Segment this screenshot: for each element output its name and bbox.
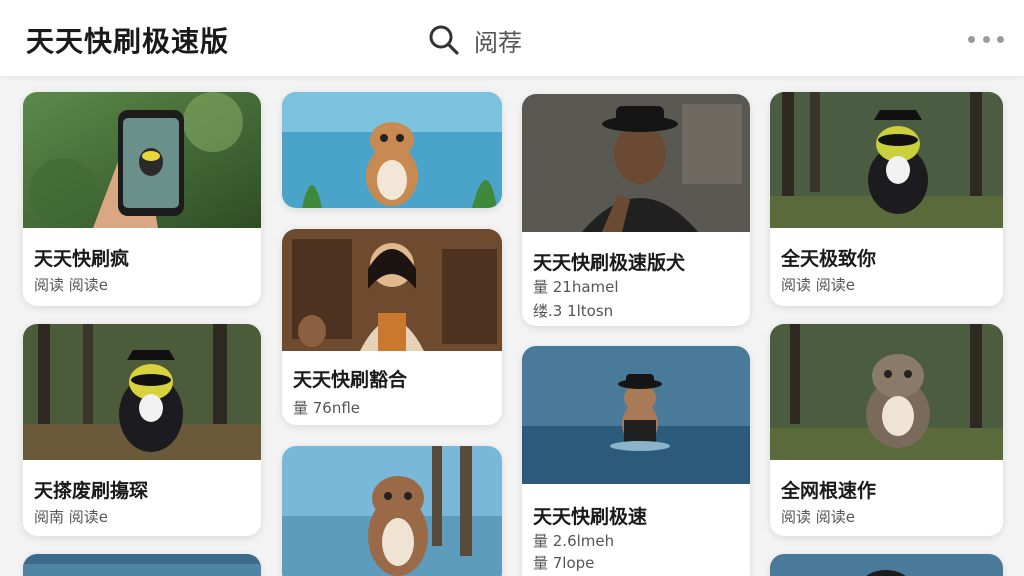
video-card-owl[interactable]: 全网根速作 阅读 阅读e (770, 324, 1003, 536)
card-meta: 阅读 阅读e (34, 276, 108, 294)
video-thumbnail[interactable] (522, 94, 750, 232)
card-meta: 阅南 阅读e (34, 508, 108, 526)
card-meta: 量 2.6lmeh (533, 532, 615, 550)
card-meta: 阅读 阅读e (781, 508, 855, 526)
more-options-button[interactable] (968, 30, 1004, 48)
card-meta: 阅读 阅读e (781, 276, 855, 294)
video-thumbnail[interactable] (282, 92, 502, 208)
video-card-man-hat[interactable]: 天天快刷极速版犬 量 21hamel 缕.3 1ltosn (522, 94, 750, 326)
video-card-squirrel-lake[interactable] (282, 446, 502, 576)
search-bar[interactable]: 阅荐 (428, 20, 522, 60)
video-card-phone[interactable]: 天天快刷疯 阅读 阅读e (23, 92, 261, 306)
card-title: 天天快刷豁合 (293, 369, 408, 391)
card-meta-secondary: 缕.3 1ltosn (533, 302, 614, 320)
search-icon[interactable] (428, 24, 460, 56)
video-card-partial[interactable] (770, 554, 1003, 576)
card-title: 全天极致你 (781, 248, 877, 270)
more-dot-icon (982, 35, 990, 43)
video-thumbnail[interactable] (23, 324, 261, 460)
card-title: 天搽废刷摥琛 (34, 480, 149, 502)
card-title: 天天快刷疯 (34, 248, 130, 270)
video-thumbnail[interactable] (282, 446, 502, 576)
video-thumbnail[interactable] (770, 554, 1003, 576)
more-dot-icon (997, 35, 1004, 43)
search-input-text[interactable]: 阅荐 (474, 23, 522, 58)
more-dot-icon (968, 35, 975, 43)
video-thumbnail[interactable] (23, 92, 261, 228)
video-card-bird-forest[interactable]: 全天极致你 阅读 阅读e (770, 92, 1003, 306)
video-card-bird-sea[interactable]: 天天快刷极速 量 2.6lmeh 量 7lope (522, 346, 750, 576)
video-card-partial[interactable] (23, 554, 261, 576)
card-title: 全网根速作 (781, 480, 877, 502)
video-thumbnail[interactable] (770, 92, 1003, 228)
video-thumbnail[interactable] (770, 324, 1003, 460)
card-meta-secondary: 量 7lope (533, 554, 595, 572)
video-card-squirrel-ocean[interactable] (282, 92, 502, 208)
video-thumbnail[interactable] (23, 554, 261, 576)
video-card-bird[interactable]: 天搽废刷摥琛 阅南 阅读e (23, 324, 261, 536)
card-title: 天天快刷极速 (533, 506, 648, 528)
card-meta: 量 76nfle (293, 399, 361, 417)
app-title: 天天快刷极速版 (26, 25, 230, 58)
card-meta: 量 21hamel (533, 278, 619, 296)
video-thumbnail[interactable] (522, 346, 750, 484)
card-title: 天天快刷极速版犬 (533, 252, 686, 274)
video-card-girl[interactable]: 天天快刷豁合 量 76nfle (282, 229, 502, 425)
video-thumbnail[interactable] (282, 229, 502, 351)
top-bar: 天天快刷极速版 阅荐 (0, 0, 1024, 76)
